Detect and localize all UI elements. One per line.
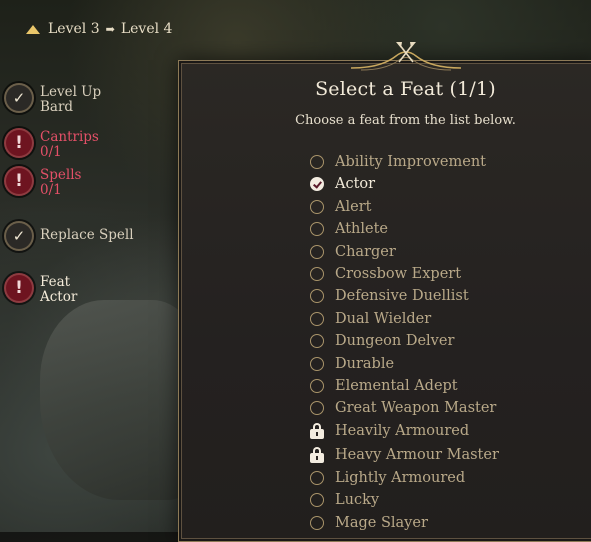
feat-label: Crossbow Expert [335,266,462,282]
radio-button[interactable] [310,267,324,281]
feat-option-defensive-duellist[interactable]: Defensive Duellist [310,286,469,306]
feat-option-alert[interactable]: Alert [310,197,371,217]
breadcrumb-from-level: Level 3 [48,21,100,37]
radio-button[interactable] [310,493,324,508]
step-cantrips-title: Cantrips [40,129,99,145]
feat-label: Ability Improvement [335,154,486,170]
radio-button[interactable] [310,379,324,393]
radio-button[interactable] [310,356,324,371]
feat-option-durable[interactable]: Durable [310,354,394,374]
background-rock [40,300,200,500]
exclamation-icon: ! [6,275,32,301]
breadcrumb-to-level: Level 4 [120,21,173,37]
checkmark-icon: ✓ [6,85,32,111]
feat-option-crossbow-expert[interactable]: Crossbow Expert [310,264,461,284]
panel-subtitle: Choose a feat from the list below. [295,113,516,128]
radio-button[interactable] [310,311,324,326]
step-cantrips-count: 0/1 [40,144,62,160]
feat-label: Heavily Armoured [335,422,470,439]
radio-button[interactable] [310,222,324,237]
feat-option-great-weapon-master[interactable]: Great Weapon Master [310,398,496,418]
checkmark-icon: ✓ [6,223,32,249]
feat-option-lightly-armoured[interactable]: Lightly Armoured [310,468,465,488]
feat-label: Durable [335,355,395,372]
feat-option-actor[interactable]: Actor [310,174,375,194]
feat-label: Mage Slayer [335,514,428,531]
feat-label: Defensive Duellist [335,288,469,305]
step-replace-spell-title: Replace Spell [40,227,134,243]
radio-checked[interactable] [310,177,324,192]
crossed-axes-crest-icon [351,42,461,71]
feat-label: Heavy Armour Master [335,446,499,463]
radio-button[interactable] [310,289,324,304]
feat-option-charger[interactable]: Charger [310,242,396,262]
feat-option-heavy-armour-master[interactable]: Heavy Armour Master [310,445,499,465]
step-level-up-class: Bard [40,99,74,115]
feat-label: Great Weapon Master [335,400,497,417]
step-level-up[interactable]: ✓ Level Up Bard [6,85,101,115]
exclamation-icon: ! [6,168,32,194]
feat-label: Dungeon Delver [335,333,455,350]
step-feat-title: Feat [40,274,71,290]
step-replace-spell[interactable]: ✓ Replace Spell [6,223,134,249]
feat-label: Charger [335,243,396,260]
level-breadcrumb: Level 3 ➡ Level 4 [26,18,172,40]
radio-button[interactable] [310,471,324,485]
step-spells-title: Spells [40,167,82,183]
feat-option-dungeon-delver[interactable]: Dungeon Delver [310,331,454,351]
feat-label: Dual Wielder [335,310,432,327]
step-feat-choice: Actor [40,289,78,305]
padlock-icon [310,422,324,439]
step-spells-count: 0/1 [40,182,62,198]
feat-option-heavily-armoured[interactable]: Heavily Armoured [310,421,469,441]
padlock-icon [310,446,324,463]
radio-button[interactable] [310,155,324,169]
radio-button[interactable] [310,401,324,416]
feat-label: Lightly Armoured [335,470,466,486]
feat-label: Elemental Adept [335,378,458,394]
step-feat[interactable]: ! Feat Actor [6,275,77,305]
feat-option-lucky[interactable]: Lucky [310,490,379,510]
feat-label: Lucky [335,492,380,509]
level-up-arrow-icon [26,24,40,34]
radio-button[interactable] [310,334,324,349]
feat-option-mage-slayer[interactable]: Mage Slayer [310,513,428,533]
right-arrow-icon: ➡ [105,22,115,36]
step-cantrips[interactable]: ! Cantrips 0/1 [6,130,99,160]
panel-title: Select a Feat (1/1) [315,78,496,100]
step-spells[interactable]: ! Spells 0/1 [6,168,81,198]
feat-option-elemental-adept[interactable]: Elemental Adept [310,376,458,396]
step-level-up-title: Level Up [40,84,102,100]
radio-button[interactable] [310,515,324,530]
exclamation-icon: ! [6,130,32,156]
radio-button[interactable] [310,199,324,214]
feat-label: Actor [335,176,376,193]
feat-label: Alert [335,198,372,215]
feat-option-athlete[interactable]: Athlete [310,219,388,239]
radio-button[interactable] [310,244,324,259]
feat-label: Athlete [335,221,389,238]
feat-option-dual-wielder[interactable]: Dual Wielder [310,309,431,329]
feat-option-ability-improvement[interactable]: Ability Improvement [310,152,486,172]
